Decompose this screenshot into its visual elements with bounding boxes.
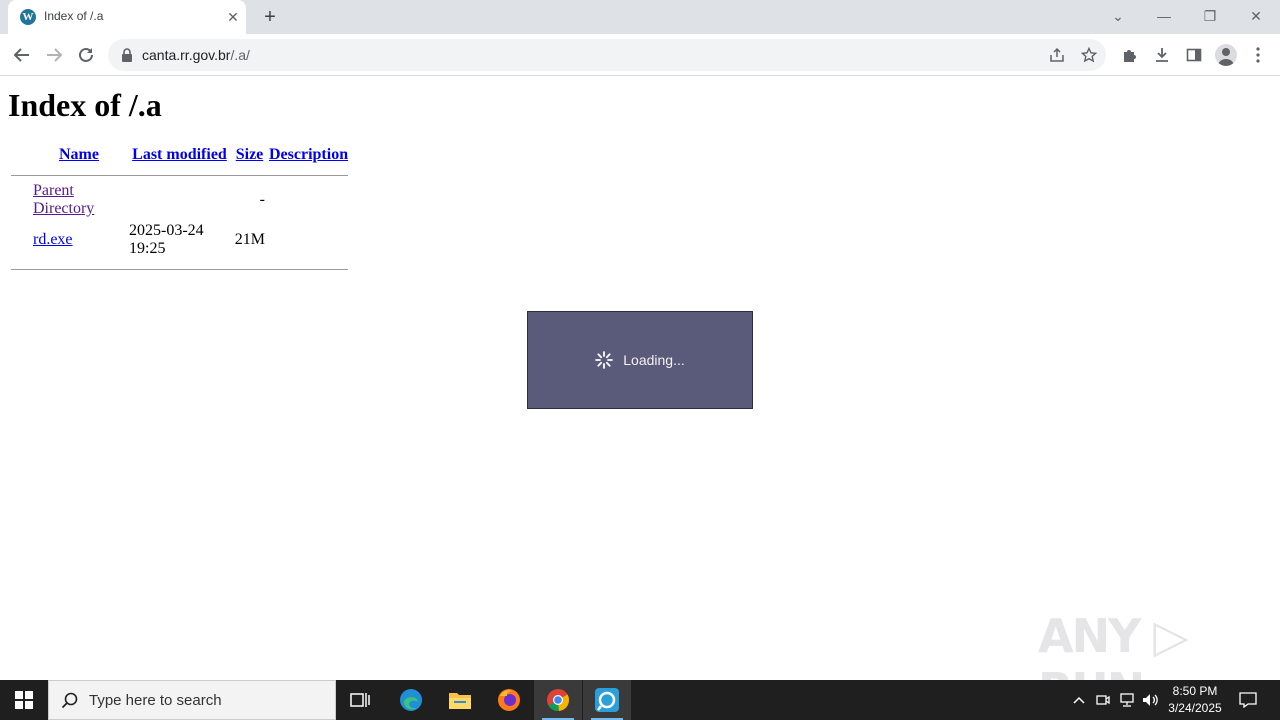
tab-search-icon[interactable]: ⌄ [1098, 2, 1138, 30]
size-column-header: Size [233, 145, 266, 165]
system-clock[interactable]: 8:50 PM 3/24/2025 [1160, 683, 1230, 717]
volume-icon[interactable] [1140, 680, 1162, 720]
sort-by-name-link[interactable]: Name [59, 146, 99, 163]
size-cell: 21M [234, 231, 265, 248]
description-cell [268, 221, 349, 259]
reload-icon [79, 47, 93, 62]
lock-icon [122, 48, 132, 62]
file-explorer-icon[interactable] [436, 680, 484, 720]
back-button[interactable] [7, 40, 37, 70]
clock-date: 3/24/2025 [1168, 701, 1222, 715]
minimize-button[interactable]: — [1144, 2, 1184, 30]
bookmark-star-icon[interactable] [1078, 44, 1100, 66]
last-modified-column-header: Last modified [128, 145, 231, 165]
divider [11, 175, 349, 176]
side-panel-icon[interactable] [1179, 40, 1209, 70]
tab-close-icon[interactable]: ✕ [224, 8, 242, 26]
share-icon[interactable] [1046, 44, 1068, 66]
loading-text: Loading... [623, 352, 685, 368]
restore-button[interactable]: ❐ [1190, 2, 1230, 30]
table-row: Parent Directory - [10, 181, 349, 219]
size-cell: - [259, 191, 265, 208]
start-button[interactable] [0, 680, 48, 720]
name-column-header: Name [32, 145, 126, 165]
last-modified-cell [128, 181, 231, 219]
sort-by-size-link[interactable]: Size [236, 146, 264, 163]
separator-row [10, 167, 349, 179]
taskbar-search-box[interactable]: Type here to search [48, 680, 336, 720]
description-column-header: Description [268, 145, 349, 165]
name-cell: Parent Directory [32, 181, 126, 219]
download-icon[interactable] [1147, 40, 1177, 70]
network-icon[interactable] [1116, 680, 1138, 720]
wordpress-icon: W [20, 9, 36, 25]
last-modified-cell: 2025-03-24 19:25 [129, 222, 204, 257]
clock-time: 8:50 PM [1172, 684, 1218, 698]
meet-now-icon[interactable] [1093, 680, 1113, 720]
show-hidden-icons-chevron-icon[interactable] [1068, 680, 1090, 720]
address-bar[interactable]: canta.rr.gov.br/.a/ [108, 39, 1106, 71]
tab-active[interactable]: W Index of /.a ✕ [8, 0, 246, 34]
profile-avatar-icon[interactable] [1211, 40, 1241, 70]
separator-row [10, 261, 349, 273]
reload-button[interactable] [71, 40, 101, 70]
description-cell [268, 181, 349, 219]
loading-overlay: Loading... [527, 311, 753, 409]
divider [11, 269, 349, 270]
arrow-right-icon [47, 48, 63, 62]
windows-taskbar: Type here to search 8:50 PM 3/24/2025 [0, 680, 1280, 720]
name-cell: rd.exe [32, 221, 126, 259]
close-window-button[interactable]: ✕ [1236, 2, 1276, 30]
task-view-icon[interactable] [336, 680, 384, 720]
notifications-icon[interactable] [1234, 680, 1262, 720]
url-host: canta.rr.gov.br [142, 47, 231, 63]
file-link-rd-exe[interactable]: rd.exe [33, 231, 73, 248]
windows-logo-icon [15, 691, 33, 709]
extensions-puzzle-icon[interactable] [1115, 40, 1145, 70]
menu-kebab-icon[interactable] [1243, 40, 1273, 70]
forward-button[interactable] [39, 40, 69, 70]
tab-strip: W Index of /.a ✕ + ⌄ — ❐ ✕ [0, 0, 1280, 34]
edge-icon[interactable] [387, 680, 435, 720]
directory-listing: Name Last modified Size Description Pare… [8, 143, 351, 275]
spinner-icon [595, 351, 614, 369]
page-content: Index of /.a Name Last modified Size Des… [0, 77, 1280, 717]
new-tab-button[interactable]: + [258, 5, 282, 29]
chrome-icon[interactable] [534, 680, 582, 720]
icon-column-header [10, 145, 30, 165]
url-text[interactable]: canta.rr.gov.br/.a/ [142, 47, 250, 63]
arrow-left-icon [13, 48, 29, 62]
sort-by-description-link[interactable]: Description [269, 146, 348, 163]
anyrun-icon[interactable] [583, 680, 631, 720]
browser-toolbar: canta.rr.gov.br/.a/ [0, 34, 1280, 76]
url-path: /.a/ [230, 47, 250, 63]
header-row: Name Last modified Size Description [10, 145, 349, 165]
tab-title: Index of /.a [44, 9, 104, 23]
page-title: Index of /.a [8, 87, 162, 123]
table-row: rd.exe 2025-03-24 19:25 21M [10, 221, 349, 259]
search-icon [61, 692, 78, 709]
sort-by-modified-link[interactable]: Last modified [132, 146, 227, 163]
search-placeholder: Type here to search [89, 692, 222, 709]
firefox-icon[interactable] [485, 680, 533, 720]
parent-directory-link[interactable]: Parent Directory [33, 182, 94, 217]
